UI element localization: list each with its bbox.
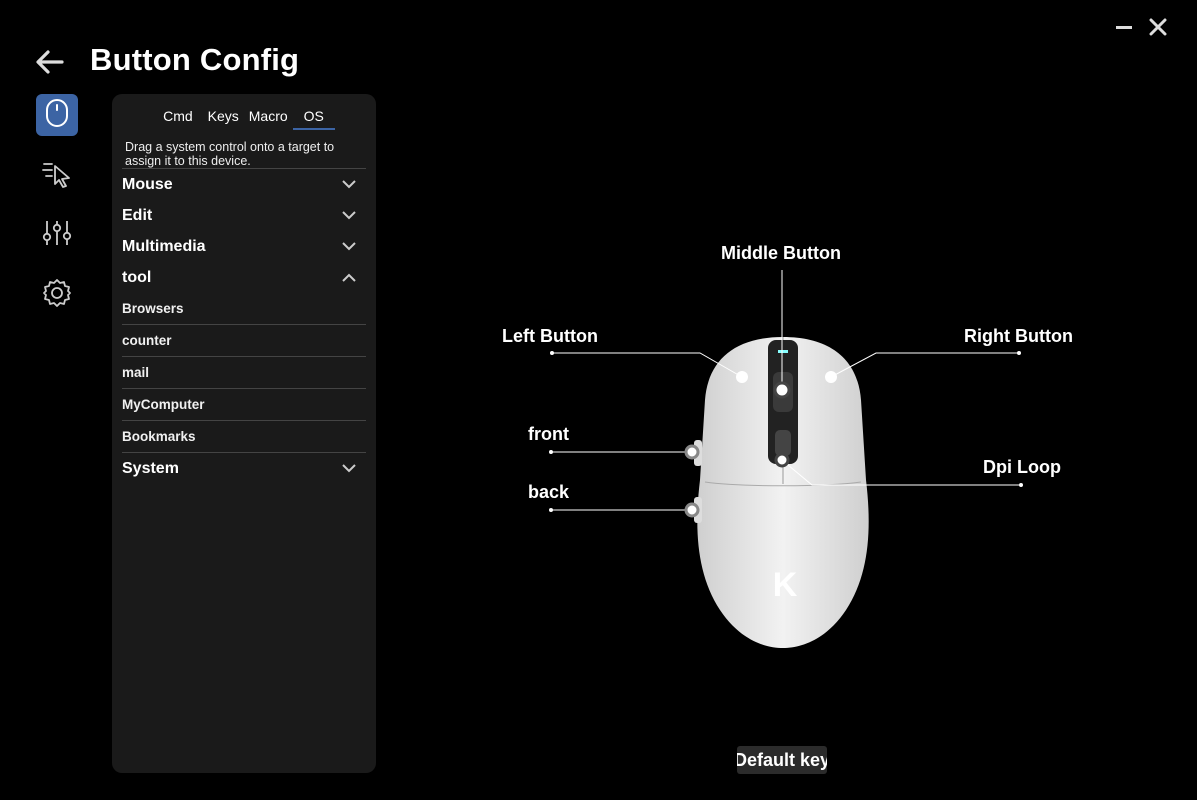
- brand-logo: K: [773, 566, 798, 604]
- hotspot-back[interactable]: [684, 502, 700, 518]
- label-middle-button[interactable]: Middle Button: [721, 243, 841, 264]
- default-key-button[interactable]: Default key: [737, 746, 827, 774]
- default-key-label: Default key: [737, 749, 827, 770]
- mouse-diagram: K: [549, 270, 1023, 648]
- hotspot-left[interactable]: [736, 371, 748, 383]
- label-right-button[interactable]: Right Button: [964, 326, 1073, 347]
- label-dpi-loop[interactable]: Dpi Loop: [983, 457, 1061, 478]
- label-left-button[interactable]: Left Button: [502, 326, 598, 347]
- hotspot-middle[interactable]: [773, 381, 791, 399]
- hotspot-right[interactable]: [825, 371, 837, 383]
- label-front-button[interactable]: front: [528, 424, 569, 445]
- hotspot-dpi[interactable]: [774, 452, 790, 468]
- hotspot-front[interactable]: [684, 444, 700, 460]
- label-back-button[interactable]: back: [528, 482, 569, 503]
